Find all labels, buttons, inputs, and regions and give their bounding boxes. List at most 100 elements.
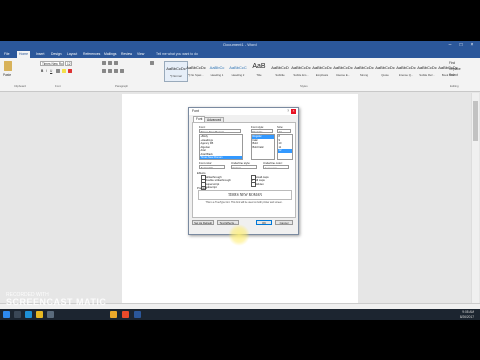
align-right-icon[interactable] — [114, 69, 118, 73]
align-center-icon[interactable] — [108, 69, 112, 73]
font-style-input[interactable]: Regular — [251, 129, 273, 133]
style-tile[interactable]: AaBbCcDc Subtle Ref... — [416, 61, 438, 80]
underline-style-select[interactable]: (none) — [231, 165, 257, 169]
font-name-box[interactable]: Times New Ro — [40, 61, 64, 66]
taskbar-app-icon[interactable] — [122, 311, 129, 318]
store-icon[interactable] — [47, 311, 54, 318]
find-button[interactable]: Find — [449, 61, 455, 65]
file-explorer-icon[interactable] — [36, 311, 43, 318]
select-button[interactable]: Select — [449, 73, 458, 77]
style-tile[interactable]: AaB Title — [248, 61, 270, 80]
clock-date: 8/26/2017 — [459, 314, 474, 319]
tab-layout[interactable]: Layout — [67, 52, 77, 57]
clock-time: 9:08 AM — [462, 310, 474, 314]
style-name: Subtle Ref... — [419, 73, 435, 77]
font-color-select[interactable]: Automatic — [199, 165, 225, 169]
underline-button[interactable]: U — [50, 69, 52, 73]
size-input[interactable]: 12 — [277, 129, 291, 133]
style-sample: AaBbCcDc — [291, 65, 311, 70]
cursor-highlight — [228, 224, 250, 246]
word-icon[interactable] — [134, 311, 141, 318]
ok-button[interactable]: OK — [256, 220, 272, 225]
style-name: Quote — [381, 73, 389, 77]
pilcrow-icon[interactable] — [150, 61, 154, 65]
style-tile[interactable]: AaBbCcDc Quote — [374, 61, 396, 80]
screencast-watermark: RECORDED WITH SCREENCAST MATIC — [6, 292, 107, 307]
font-input[interactable]: Times New Roman — [199, 129, 241, 133]
edge-icon[interactable] — [25, 311, 32, 318]
justify-icon[interactable] — [120, 69, 124, 73]
style-sample: AaBbCcDc — [186, 65, 206, 70]
group-font: Font — [55, 84, 61, 88]
start-icon[interactable] — [3, 311, 10, 318]
cancel-button[interactable]: Cancel — [275, 220, 293, 225]
effect-label: Hidden — [255, 181, 264, 186]
watermark-line2: SCREENCAST — [6, 297, 74, 307]
font-tab-panel: Font: Times New Roman +Body +Headings Agen… — [192, 122, 296, 218]
style-name: Subtle Em... — [293, 73, 309, 77]
style-name: Heading 1 — [210, 73, 224, 77]
style-tile[interactable]: AaBbCcC Heading 2 — [227, 61, 249, 80]
taskbar-app-icon[interactable] — [110, 311, 117, 318]
highlight-icon[interactable] — [62, 69, 66, 73]
tab-mailings[interactable]: Mailings — [104, 52, 116, 57]
bold-button[interactable]: B — [41, 69, 43, 73]
style-tile[interactable]: AaBbCcDc Strong — [353, 61, 375, 80]
style-sample: AaBbCcDc — [312, 65, 332, 70]
italic-button[interactable]: I — [46, 69, 47, 73]
style-tile[interactable]: AaBbCcDc Subtle Em... — [290, 61, 312, 80]
size-list[interactable]: 8 9 10 11 12 — [277, 134, 293, 160]
style-tile[interactable]: AaBbCcDc Intense Q... — [395, 61, 417, 80]
style-name: ¶ No Spac... — [188, 73, 204, 77]
help-icon[interactable]: ? — [287, 109, 289, 113]
scrollbar-thumb[interactable] — [473, 101, 478, 141]
style-sample: AaBbCcDc — [166, 66, 186, 71]
font-size-box[interactable]: 12 — [65, 61, 72, 66]
list-item[interactable]: 12 — [278, 149, 292, 153]
style-tile[interactable]: AaBbCc Heading 1 — [206, 61, 228, 80]
style-sample: AaB — [252, 63, 266, 70]
align-left-icon[interactable] — [102, 69, 106, 73]
style-tile[interactable]: AaBbCcDc ¶ No Spac... — [185, 61, 207, 80]
tab-file[interactable]: File — [4, 52, 9, 57]
ribbon-tabs: File Home Insert Design Layout Reference… — [0, 50, 480, 58]
font-list[interactable]: +Body +Headings Agency FB Algerian Arial Aria… — [199, 134, 243, 160]
strikethrough-icon[interactable] — [56, 69, 60, 73]
style-sample: AaBbCcDc — [354, 65, 374, 70]
tell-me-box[interactable]: Tell me what you want to do — [156, 52, 198, 56]
underline-color-select[interactable]: Automatic — [263, 165, 289, 169]
ribbon-home: Paste Times New Ro 12 B I U AaBbCcDc ¶ No… — [0, 58, 480, 92]
style-tile[interactable]: AaBbCcD Subtitle — [269, 61, 291, 80]
minimize-icon[interactable]: – — [446, 42, 454, 48]
screen: Document1 - Word – □ × File Home Insert … — [0, 41, 480, 320]
style-name: Strong — [359, 73, 369, 77]
tab-review[interactable]: Review — [121, 52, 132, 57]
watermark-line3: MATIC — [76, 297, 107, 307]
font-color-icon[interactable] — [68, 69, 72, 73]
group-paragraph: Paragraph — [115, 84, 129, 88]
style-tile[interactable]: AaBbCcDc Emphasis — [311, 61, 333, 80]
replace-button[interactable]: Replace — [449, 67, 461, 71]
tab-home[interactable]: Home — [17, 51, 31, 58]
multilevel-list-icon[interactable] — [114, 61, 118, 65]
set-as-default-button[interactable]: Set As Default — [192, 220, 214, 225]
preview-box: TIMES NEW ROMAN — [198, 190, 292, 200]
close-icon[interactable]: × — [468, 42, 476, 48]
style-tile[interactable]: AaBbCcDc Intense E... — [332, 61, 354, 80]
font-style-list[interactable]: Regular Italic Bold Bold Italic — [251, 134, 275, 160]
tab-view[interactable]: View — [137, 52, 144, 57]
list-item[interactable]: Bold Italic — [252, 146, 274, 150]
bullets-icon[interactable] — [102, 61, 106, 65]
tab-design[interactable]: Design — [51, 52, 62, 57]
task-view-icon[interactable] — [14, 311, 21, 318]
paste-icon[interactable] — [4, 61, 12, 71]
numbering-icon[interactable] — [108, 61, 112, 65]
clock[interactable]: 9:08 AM 8/26/2017 — [460, 310, 474, 319]
maximize-icon[interactable]: □ — [457, 42, 465, 48]
list-item[interactable]: Times New Roman — [200, 156, 242, 159]
tab-references[interactable]: References — [83, 52, 100, 57]
window-title: Document1 - Word — [223, 42, 257, 47]
tab-insert[interactable]: Insert — [36, 52, 44, 57]
dialog-close-icon[interactable]: × — [291, 109, 296, 114]
vertical-scrollbar[interactable] — [471, 93, 479, 303]
